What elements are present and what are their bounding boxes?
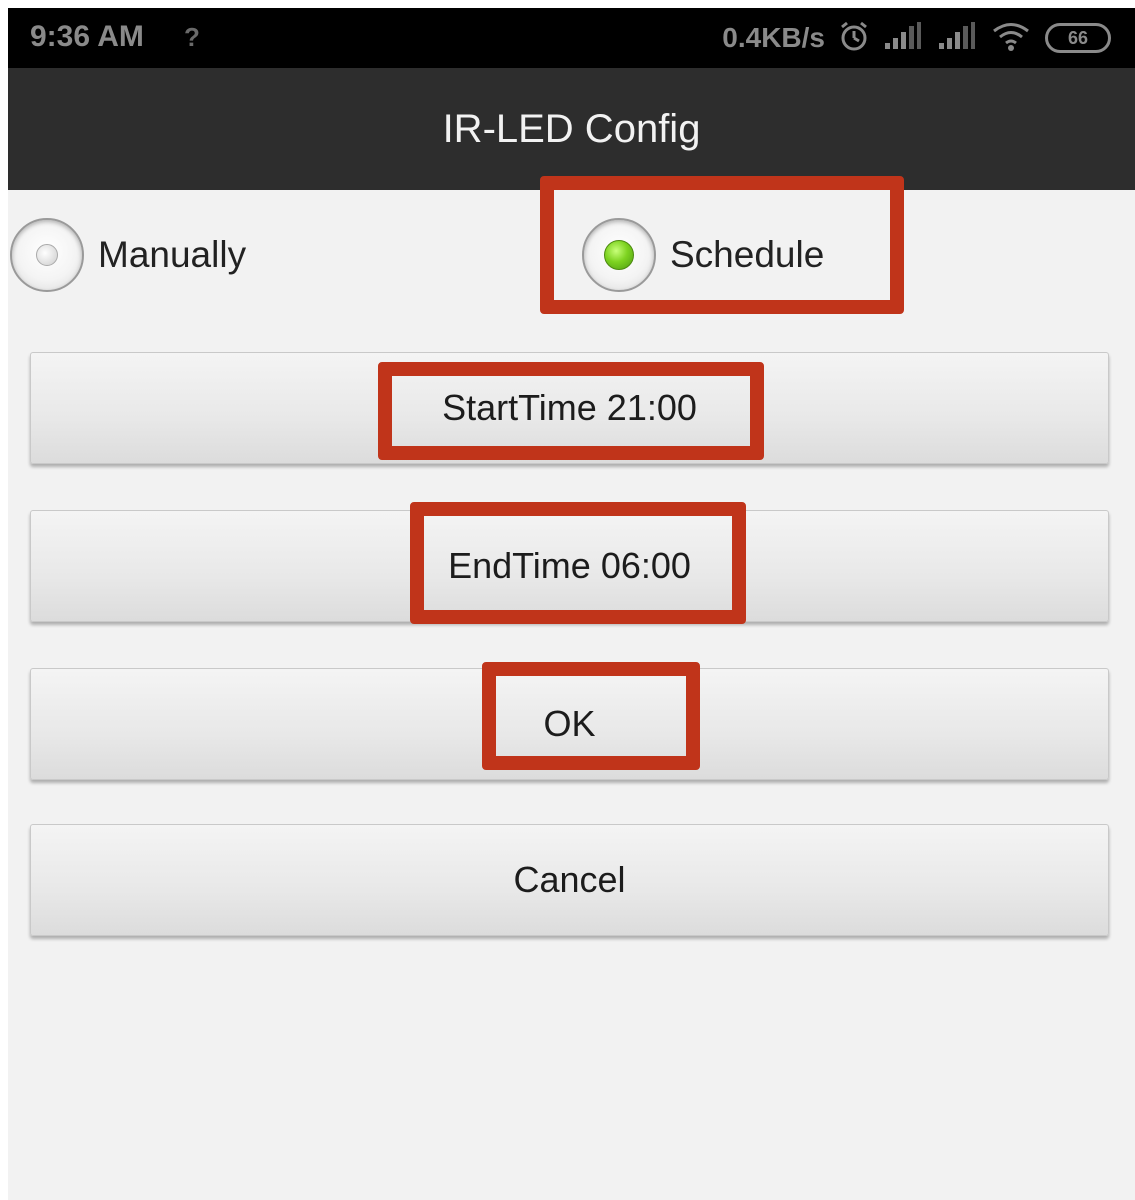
radio-manually-label: Manually [98, 234, 247, 275]
signal-icon [883, 21, 923, 56]
cancel-button[interactable]: Cancel [30, 824, 1109, 936]
status-bar: 9:36 AM ? 0.4KB/s 66 [8, 8, 1135, 68]
alarm-icon [839, 20, 869, 57]
title-bar: IR-LED Config [8, 68, 1135, 190]
question-mark-icon: ? [184, 22, 200, 52]
radio-button-icon[interactable] [582, 218, 656, 292]
page-title: IR-LED Config [442, 106, 701, 151]
screen: 9:36 AM ? 0.4KB/s 66 IR-LED Config Manua… [8, 8, 1135, 1200]
status-icons: 0.4KB/s 66 [722, 18, 1111, 58]
radio-schedule-label: Schedule [670, 234, 825, 275]
network-speed: 0.4KB/s [722, 22, 825, 53]
ok-button[interactable]: OK [30, 668, 1109, 780]
radio-manually[interactable]: Manually [10, 214, 246, 296]
end-time-button[interactable]: EndTime 06:00 [30, 510, 1109, 622]
radio-button-icon[interactable] [10, 218, 84, 292]
start-time-button[interactable]: StartTime 21:00 [30, 352, 1109, 464]
signal-icon [937, 21, 977, 56]
battery-level: 66 [1067, 27, 1089, 48]
radio-schedule[interactable]: Schedule [582, 214, 824, 296]
battery-icon: 66 [1045, 23, 1111, 53]
radio-selected-dot [604, 240, 634, 270]
radio-unselected-dot [36, 244, 58, 266]
wifi-icon [991, 20, 1031, 57]
status-time: 9:36 AM [30, 20, 144, 53]
